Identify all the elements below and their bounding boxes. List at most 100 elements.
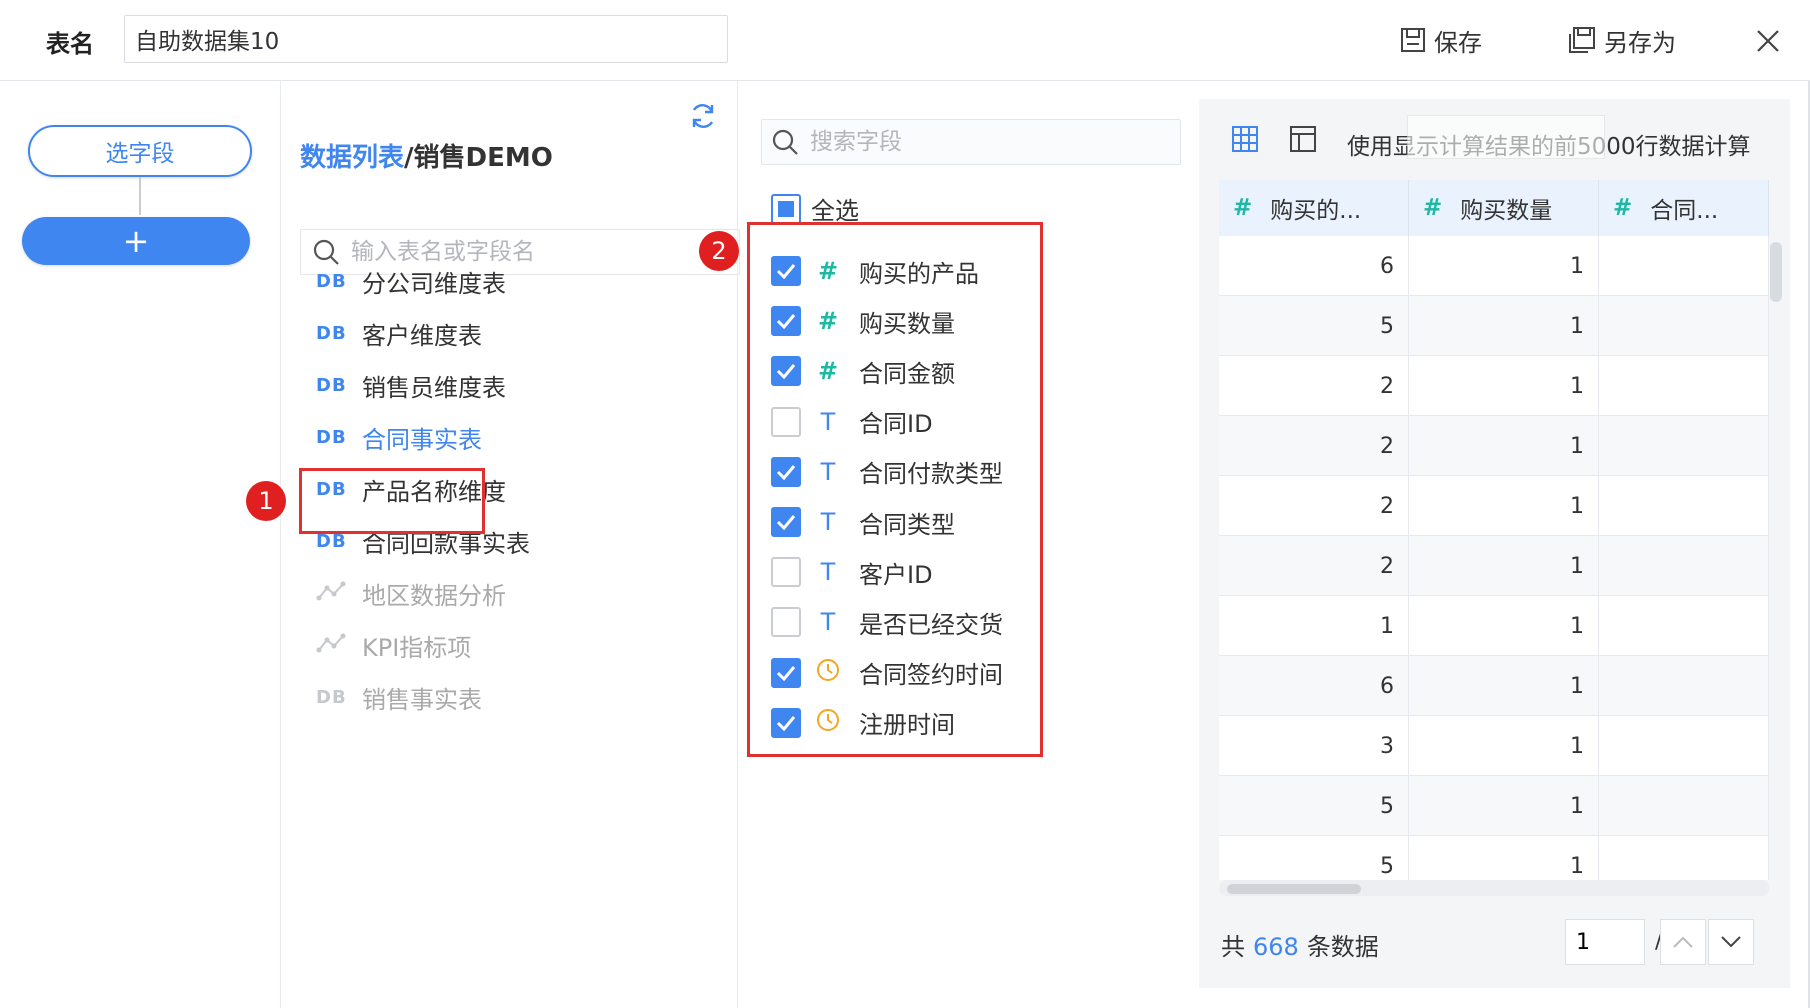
table-cell: 1 xyxy=(1409,476,1599,536)
breadcrumb-root-link[interactable]: 数据列表 xyxy=(300,143,404,173)
highlight-box-table xyxy=(299,468,485,534)
table-row: 21 xyxy=(1219,476,1769,536)
table-cell: 1 xyxy=(1409,716,1599,776)
table-item-disabled[interactable]: 地区数据分析 xyxy=(316,573,506,613)
table-name-input[interactable] xyxy=(124,15,728,63)
table-row: 51 xyxy=(1219,296,1769,356)
table-item[interactable]: DB 客户维度表 xyxy=(316,313,482,353)
page-number-input[interactable] xyxy=(1565,919,1645,965)
table-row: 21 xyxy=(1219,536,1769,596)
layout-view-icon[interactable] xyxy=(1289,125,1317,153)
table-cell: 1 xyxy=(1409,236,1599,296)
db-icon: DB xyxy=(316,374,347,396)
save-as-button[interactable]: 另存为 xyxy=(1568,20,1676,60)
table-item-label: 销售员维度表 xyxy=(362,373,506,402)
table-item-selected[interactable]: DB 合同事实表 xyxy=(316,417,482,457)
db-icon: DB xyxy=(316,322,347,344)
next-page-button[interactable] xyxy=(1708,919,1754,965)
select-all-label: 全选 xyxy=(811,197,859,225)
table-cell: 1 xyxy=(1219,596,1409,656)
row-limit-input[interactable] xyxy=(1407,115,1605,159)
table-view-icon[interactable] xyxy=(1231,125,1259,153)
table-item[interactable]: DB 销售员维度表 xyxy=(316,365,506,405)
breadcrumb-separator: / xyxy=(404,143,414,173)
table-cell: 5 xyxy=(1219,776,1409,836)
close-icon[interactable] xyxy=(1753,26,1783,56)
save-label: 保存 xyxy=(1434,28,1482,57)
refresh-icon[interactable] xyxy=(688,101,718,131)
vertical-scrollbar[interactable] xyxy=(1770,242,1782,302)
db-icon: DB xyxy=(316,270,347,292)
table-item-label: 地区数据分析 xyxy=(362,581,506,610)
select-all-box[interactable] xyxy=(771,193,801,224)
table-cell xyxy=(1599,656,1769,716)
table-item-label: KPI指标项 xyxy=(362,633,472,662)
table-row: 61 xyxy=(1219,656,1769,716)
save-as-icon xyxy=(1569,27,1595,53)
db-icon: DB xyxy=(316,426,347,448)
column-header-label: 购买数量 xyxy=(1460,198,1553,224)
column-header[interactable]: # 购买数量 xyxy=(1409,180,1599,236)
add-step-button[interactable]: + xyxy=(22,217,250,265)
field-search-box[interactable] xyxy=(761,119,1181,165)
table-cell: 1 xyxy=(1409,356,1599,416)
table-item-label: 销售事实表 xyxy=(362,685,482,714)
chevron-down-icon xyxy=(1721,936,1741,948)
table-row: 21 xyxy=(1219,356,1769,416)
table-cell xyxy=(1599,716,1769,776)
table-cell: 3 xyxy=(1219,716,1409,776)
table-item-label: 合同事实表 xyxy=(362,425,482,454)
breadcrumb: 数据列表/销售DEMO xyxy=(300,137,553,174)
table-item-disabled[interactable]: DB 销售事实表 xyxy=(316,677,482,717)
table-cell xyxy=(1599,776,1769,836)
preview-panel: 使用显示计算结果的前5000行数据计算 # 购买的... # 购买数量 # 合同… xyxy=(1199,99,1790,988)
table-row: 51 xyxy=(1219,836,1769,880)
column-header-label: 合同... xyxy=(1650,198,1719,224)
table-cell xyxy=(1599,296,1769,356)
table-cell: 6 xyxy=(1219,236,1409,296)
table-item-disabled[interactable]: KPI指标项 xyxy=(316,625,471,665)
count-prefix: 共 xyxy=(1221,933,1245,961)
chevron-up-icon xyxy=(1673,936,1693,948)
analysis-icon xyxy=(316,632,362,659)
save-as-label: 另存为 xyxy=(1604,28,1676,57)
select-fields-step[interactable]: 选字段 xyxy=(28,125,252,177)
table-cell xyxy=(1599,416,1769,476)
step-badge-2: 2 xyxy=(699,231,739,271)
column-header[interactable]: # 合同... xyxy=(1599,180,1769,236)
select-all-checkbox[interactable]: 全选 xyxy=(771,191,859,226)
table-row: 21 xyxy=(1219,416,1769,476)
column-header[interactable]: # 购买的... xyxy=(1219,180,1409,236)
table-cell: 1 xyxy=(1409,596,1599,656)
table-row: 61 xyxy=(1219,236,1769,296)
save-button[interactable]: 保存 xyxy=(1400,20,1482,60)
table-cell: 5 xyxy=(1219,836,1409,880)
table-cell xyxy=(1599,536,1769,596)
table-cell: 6 xyxy=(1219,656,1409,716)
table-cell: 1 xyxy=(1409,296,1599,356)
table-row: 31 xyxy=(1219,716,1769,776)
table-cell: 1 xyxy=(1409,836,1599,880)
db-icon: DB xyxy=(316,686,347,708)
highlight-box-fields xyxy=(747,222,1043,757)
horizontal-scrollbar[interactable] xyxy=(1227,884,1361,894)
field-search-input[interactable] xyxy=(810,129,1140,155)
table-cell xyxy=(1599,356,1769,416)
table-item-label: 客户维度表 xyxy=(362,321,482,350)
flow-panel: 选字段 + xyxy=(0,81,281,1008)
field-list-panel: 全选 #购买的产品#购买数量#合同金额T合同IDT合同付款类型T合同类型T客户I… xyxy=(699,81,1199,1008)
prev-page-button[interactable] xyxy=(1660,919,1706,965)
table-item[interactable]: DB 分公司维度表 xyxy=(316,261,506,301)
number-type-icon: # xyxy=(1423,195,1443,221)
search-icon xyxy=(772,129,798,155)
save-icon xyxy=(1401,28,1425,52)
table-cell: 2 xyxy=(1219,416,1409,476)
table-cell: 1 xyxy=(1409,776,1599,836)
table-cell: 1 xyxy=(1409,416,1599,476)
table-row: 51 xyxy=(1219,776,1769,836)
table-cell: 5 xyxy=(1219,296,1409,356)
dataset-editor: 表名 保存 另存为 选字段 + xyxy=(0,0,1810,1008)
column-header-label: 购买的... xyxy=(1270,198,1362,224)
table-cell xyxy=(1599,596,1769,656)
record-count: 共 668 条数据 xyxy=(1221,927,1379,962)
